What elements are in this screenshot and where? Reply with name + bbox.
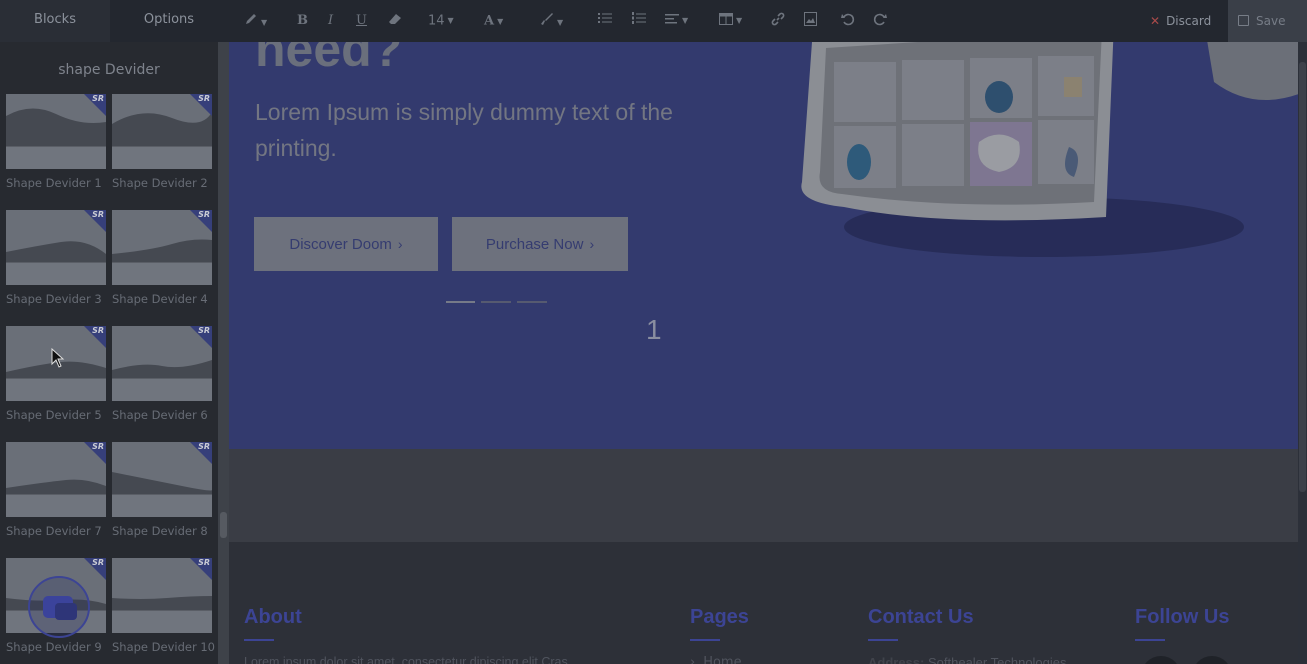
shape-divider-thumbnail[interactable]: SR [112, 442, 212, 517]
mouse-cursor-icon [51, 348, 65, 368]
editor-toolbar: Blocks Options ▼ B I U 14 ▼ A ▼ ▼ ▼ ▼ ✕ Dis… [0, 0, 1307, 42]
save-icon [1238, 15, 1249, 26]
footer-pages-heading: Pages [690, 606, 749, 628]
empty-section [229, 449, 1298, 542]
shape-divider-label: Shape Devider 5 [6, 408, 102, 422]
footer-link-home[interactable]: › Home [690, 655, 742, 664]
shape-divider-label: Shape Devider 8 [112, 524, 208, 538]
tab-options[interactable]: Options [110, 0, 228, 42]
chevron-right-icon: › [690, 655, 696, 664]
save-button[interactable]: Save [1228, 0, 1307, 42]
shape-divider-label: Shape Devider 1 [6, 176, 102, 190]
footer-about-text: Lorem ipsum dolor sit amet, consectetur … [244, 655, 568, 664]
discard-button[interactable]: ✕ Discard [1140, 0, 1225, 42]
shape-divider-label: Shape Devider 10 [112, 640, 215, 654]
slider-indicator-3[interactable] [517, 301, 547, 303]
divider [1135, 639, 1165, 641]
table-icon[interactable]: ▼ [719, 12, 742, 30]
slider-indicator-2[interactable] [481, 301, 511, 303]
footer-follow-heading: Follow Us [1135, 606, 1230, 628]
bold-icon[interactable]: B [297, 12, 308, 30]
underline-icon[interactable]: U [356, 12, 367, 30]
footer-address: Address: Softhealer Technologies [868, 655, 1067, 664]
hero-subtext: Lorem Ipsum is simply dummy text of the … [255, 99, 673, 161]
image-icon[interactable] [804, 12, 817, 30]
align-icon[interactable]: ▼ [665, 12, 688, 30]
shape-divider-thumbnail[interactable]: SR [112, 558, 212, 633]
sidebar-category-title: shape Devider [58, 62, 160, 78]
shape-divider-thumbnail[interactable]: SR [6, 210, 106, 285]
close-icon: ✕ [1150, 14, 1161, 28]
shape-divider-thumbnail[interactable]: SR [6, 442, 106, 517]
social-icon[interactable] [1192, 656, 1232, 664]
sr-badge: SR [198, 326, 210, 335]
shape-divider-thumbnail[interactable]: SR [6, 94, 106, 169]
footer-about-heading: About [244, 606, 302, 628]
footer-contact-heading: Contact Us [868, 606, 974, 628]
shape-divider-label: Shape Devider 7 [6, 524, 102, 538]
shape-divider-thumbnail[interactable]: SR [112, 326, 212, 401]
sr-badge: SR [198, 210, 210, 219]
shape-divider-label: Shape Devider 9 [6, 640, 102, 654]
pen-icon[interactable]: ▼ [244, 12, 267, 30]
discover-button[interactable]: Discover Doom › [254, 217, 438, 271]
shape-divider-label: Shape Devider 4 [112, 292, 208, 306]
social-icon[interactable] [1141, 656, 1181, 664]
blocks-sidebar: shape Devider SR Shape Devider 1 SR Shape D… [0, 42, 218, 664]
font-color-icon[interactable]: A ▼ [484, 12, 503, 30]
sr-badge: SR [198, 94, 210, 103]
chevron-right-icon: › [397, 236, 403, 252]
redo-icon[interactable] [873, 12, 887, 30]
tab-blocks[interactable]: Blocks [0, 0, 110, 42]
purchase-button[interactable]: Purchase Now › [452, 217, 628, 271]
sidebar-scrollbar[interactable] [218, 42, 229, 664]
font-size-select[interactable]: 14 ▼ [428, 12, 454, 30]
eraser-icon[interactable] [387, 12, 403, 30]
sr-badge: SR [92, 210, 104, 219]
sr-badge: SR [92, 558, 104, 567]
sr-badge: SR [198, 442, 210, 451]
divider [690, 639, 720, 641]
undo-icon[interactable] [841, 12, 855, 30]
shape-divider-label: Shape Devider 2 [112, 176, 208, 190]
footer: About Lorem ipsum dolor sit amet, consec… [229, 542, 1298, 664]
hero-heading: need? [255, 42, 403, 77]
shape-divider-label: Shape Devider 3 [6, 292, 102, 306]
chevron-right-icon: › [589, 236, 595, 252]
sr-badge: SR [92, 94, 104, 103]
shape-divider-thumbnail[interactable]: SR [112, 210, 212, 285]
hero-section: need? Lorem Ipsum is simply dummy text o… [229, 42, 1298, 449]
sr-badge: SR [92, 326, 104, 335]
divider [244, 639, 274, 641]
tablet-image [801, 42, 1298, 257]
bullet-list-icon[interactable] [598, 12, 612, 30]
chat-widget-icon[interactable] [28, 576, 90, 638]
link-icon[interactable] [771, 12, 785, 30]
shape-divider-label: Shape Devider 6 [112, 408, 208, 422]
sr-badge: SR [198, 558, 210, 567]
sr-badge: SR [92, 442, 104, 451]
slider-indicator-1[interactable] [446, 301, 475, 303]
italic-icon[interactable]: I [328, 12, 333, 30]
divider [868, 639, 898, 641]
numbered-list-icon[interactable] [632, 12, 646, 30]
shape-divider-thumbnail[interactable]: SR [112, 94, 212, 169]
canvas-scrollbar[interactable] [1298, 42, 1307, 664]
brush-icon[interactable]: ▼ [540, 12, 563, 30]
slide-number: 1 [646, 314, 662, 345]
